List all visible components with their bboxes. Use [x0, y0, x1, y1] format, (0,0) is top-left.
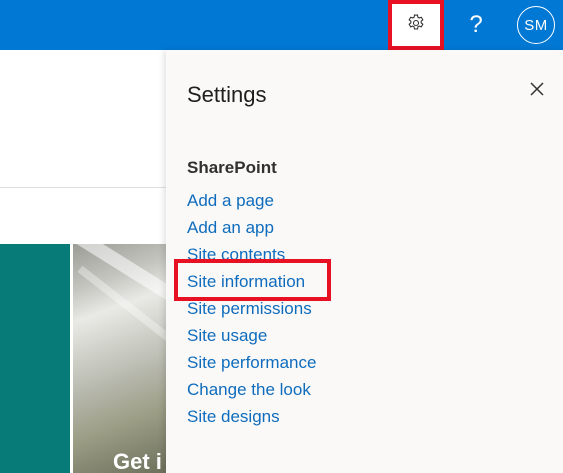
page-divider — [0, 187, 166, 188]
settings-panel: Settings SharePoint Add a page Add an ap… — [166, 50, 563, 473]
close-button[interactable] — [524, 78, 550, 104]
link-site-performance[interactable]: Site performance — [187, 349, 316, 376]
link-label: Site information — [187, 272, 306, 291]
help-icon: ? — [469, 11, 483, 38]
link-label: Site designs — [187, 407, 280, 426]
link-label: Site performance — [187, 353, 317, 372]
link-label: Add a page — [187, 191, 274, 210]
settings-button[interactable] — [388, 0, 444, 50]
link-site-information[interactable]: Site information — [187, 268, 316, 295]
avatar: SM — [517, 6, 555, 44]
suite-bar: ? SM — [0, 0, 563, 50]
link-label: Site permissions — [187, 299, 312, 318]
hero-tile-photo[interactable]: Get i — [73, 244, 166, 473]
link-change-the-look[interactable]: Change the look — [187, 376, 316, 403]
panel-title: Settings — [187, 82, 267, 107]
link-add-a-page[interactable]: Add a page — [187, 187, 316, 214]
link-site-contents[interactable]: Site contents — [187, 241, 316, 268]
gear-icon — [406, 13, 426, 38]
link-label: Site usage — [187, 326, 268, 345]
link-label: Add an app — [187, 218, 274, 237]
link-site-usage[interactable]: Site usage — [187, 322, 316, 349]
hero-tile-teal[interactable] — [0, 244, 70, 473]
close-icon — [529, 81, 545, 102]
section-heading-sharepoint: SharePoint — [187, 158, 277, 177]
help-button[interactable]: ? — [450, 0, 502, 50]
link-site-permissions[interactable]: Site permissions — [187, 295, 316, 322]
account-button[interactable]: SM — [514, 0, 558, 50]
link-add-an-app[interactable]: Add an app — [187, 214, 316, 241]
photo-highlight — [73, 244, 166, 320]
link-label: Change the look — [187, 380, 311, 399]
link-site-designs[interactable]: Site designs — [187, 403, 316, 430]
settings-link-list: Add a page Add an app Site contents Site… — [187, 187, 316, 430]
link-label: Site contents — [187, 245, 286, 264]
app-window: ? SM Get i Settings SharePoint Add a pag… — [0, 0, 563, 473]
hero-title: Get i — [113, 449, 162, 473]
